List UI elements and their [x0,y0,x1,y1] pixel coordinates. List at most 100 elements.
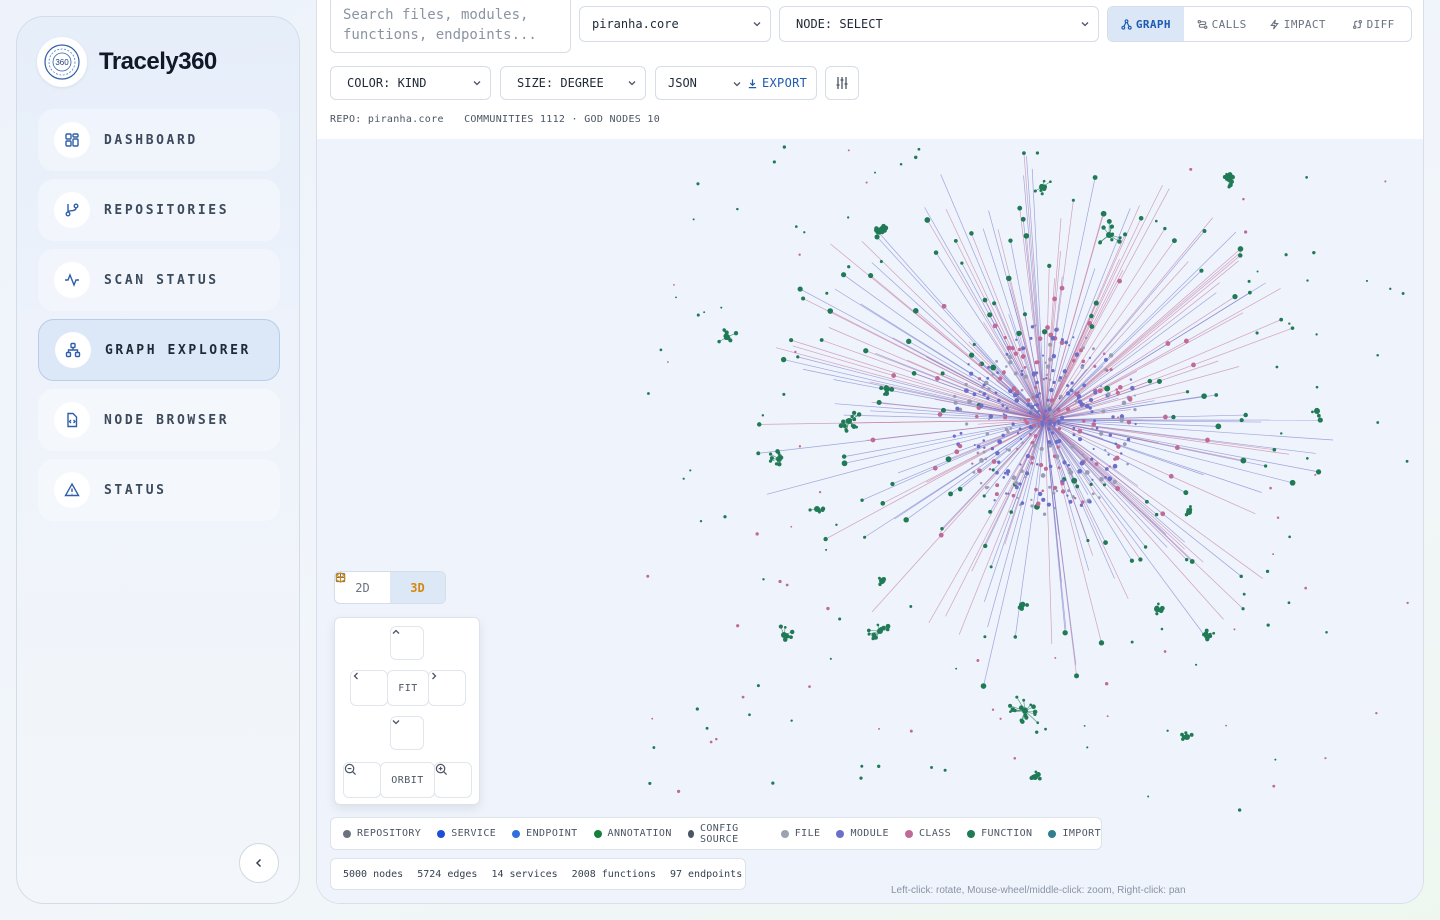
graph-node[interactable] [1066,384,1069,388]
graph-node[interactable] [1030,504,1034,508]
graph-node[interactable] [1104,385,1111,392]
graph-node[interactable] [1057,427,1062,431]
graph-node[interactable] [1050,426,1053,429]
graph-node[interactable] [1013,635,1018,639]
graph-node[interactable] [1290,326,1295,330]
toggle-3d[interactable]: 3D [335,572,445,603]
graph-node[interactable] [703,311,706,314]
graph-node[interactable] [972,392,977,397]
graph-node[interactable] [1035,403,1040,407]
graph-node[interactable] [1100,210,1107,217]
graph-node[interactable] [1406,601,1409,605]
graph-node[interactable] [899,162,903,166]
graph-node[interactable] [993,499,996,502]
graph-node[interactable] [1079,348,1084,353]
graph-node[interactable] [1138,215,1144,221]
graph-node[interactable] [1040,473,1046,478]
graph-node[interactable] [696,313,700,317]
graph-node[interactable] [844,429,849,433]
graph-node[interactable] [988,414,994,419]
graph-node[interactable] [1275,365,1279,369]
graph-settings-button[interactable] [825,66,859,100]
graph-node[interactable] [1015,485,1019,490]
graph-node[interactable] [1054,656,1057,659]
size-select[interactable]: SIZE: DEGREE [500,66,646,100]
graph-node[interactable] [1049,180,1052,184]
graph-node[interactable] [1072,426,1076,430]
graph-node[interactable] [1093,364,1097,368]
graph-node[interactable] [1123,232,1128,237]
graph-node[interactable] [1133,407,1137,412]
graph-node[interactable] [1315,333,1318,336]
graph-node[interactable] [964,382,968,387]
graph-node[interactable] [1119,417,1125,423]
graph-node[interactable] [1184,734,1190,740]
graph-node[interactable] [1094,462,1099,466]
graph-node[interactable] [988,509,993,514]
graph-node[interactable] [1239,418,1244,423]
graph-node[interactable] [1046,502,1051,507]
graph-node[interactable] [847,216,850,219]
node-select[interactable]: NODE: SELECT [779,6,1099,42]
graph-node[interactable] [1126,419,1132,425]
graph-node[interactable] [1265,569,1270,574]
graph-node[interactable] [1057,378,1061,382]
graph-node[interactable] [782,392,786,396]
graph-node[interactable] [1215,423,1222,430]
legend-item[interactable]: FUNCTION [967,828,1032,839]
graph-node[interactable] [841,419,846,424]
graph-node[interactable] [1188,505,1192,509]
graph-node[interactable] [1026,398,1031,403]
graph-node[interactable] [1044,409,1047,412]
graph-node[interactable] [1098,640,1105,646]
graph-node[interactable] [1066,494,1069,497]
graph-node[interactable] [842,423,847,429]
graph-node[interactable] [1058,397,1061,400]
graph-node[interactable] [808,508,812,512]
graph-node[interactable] [980,683,987,689]
graph-node[interactable] [1104,681,1109,686]
graph-node[interactable] [762,578,765,581]
graph-node[interactable] [1032,774,1038,780]
graph-node[interactable] [865,181,868,184]
graph-node[interactable] [1052,296,1058,302]
graph-node[interactable] [953,400,958,405]
graph-node[interactable] [1089,313,1094,319]
graph-node[interactable] [1042,378,1045,381]
graph-node[interactable] [1237,246,1244,252]
graph-node[interactable] [1312,250,1316,255]
graph-node[interactable] [1232,293,1238,300]
color-select[interactable]: COLOR: KIND [330,66,491,100]
graph-node[interactable] [986,376,990,380]
graph-node[interactable] [841,454,847,459]
graph-node[interactable] [1028,411,1032,415]
graph-node[interactable] [1168,473,1174,479]
graph-node[interactable] [1005,352,1009,356]
tab-diff[interactable]: DIFF [1335,7,1411,41]
graph-node[interactable] [1019,602,1025,608]
graph-node[interactable] [818,490,822,494]
graph-node[interactable] [1104,357,1108,362]
graph-node[interactable] [1009,427,1013,430]
graph-node[interactable] [1086,746,1089,749]
graph-node[interactable] [1072,336,1075,339]
graph-node[interactable] [1272,784,1276,788]
graph-node[interactable] [846,418,852,424]
graph-node[interactable] [1288,322,1291,325]
legend-item[interactable]: MODULE [836,828,889,839]
graph-node[interactable] [1138,557,1143,562]
graph-node[interactable] [979,458,984,463]
graph-node[interactable] [778,579,782,584]
graph-node[interactable] [976,659,980,662]
graph-node[interactable] [1115,486,1121,491]
graph-node[interactable] [705,726,709,730]
graph-node[interactable] [1157,602,1160,606]
graph-node[interactable] [1013,371,1018,376]
legend-item[interactable]: REPOSITORY [343,828,421,839]
graph-node[interactable] [1003,415,1008,420]
graph-node[interactable] [1214,393,1219,397]
graph-node[interactable] [1030,325,1035,329]
graph-node[interactable] [1130,385,1135,391]
graph-node[interactable] [1199,268,1204,273]
graph-node[interactable] [874,171,876,174]
